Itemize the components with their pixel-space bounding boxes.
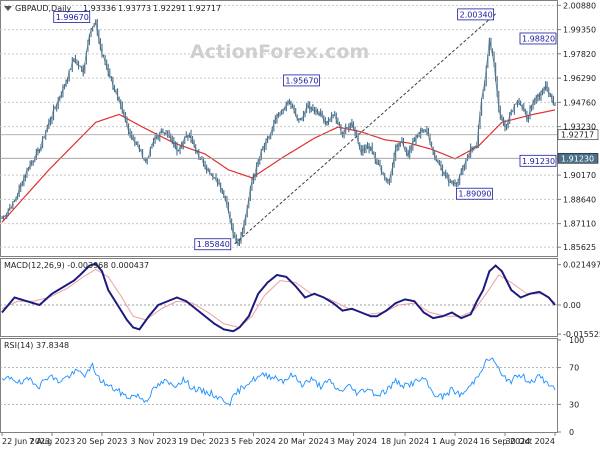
price-tick-label: 1.87110 [563,220,596,229]
macd-tick-label: 0.021497 [563,261,600,270]
macd-title: MACD(12,26,9) -0.003968 0.000437 [4,261,149,270]
current-price-label: 1.92717 [561,131,594,140]
ohlc-low: 1.92291 [153,4,186,13]
price-tick-label: 1.88640 [563,195,596,204]
x-tick-label: 20 Sep 2023 [77,437,128,446]
price-tick-label: 1.90170 [563,171,596,180]
rsi-tick-label: 70 [569,364,579,373]
symbol-label: GBPAUD,Daily [15,4,72,13]
x-tick-label: 19 Dec 2023 [178,437,229,446]
macd-tick-label: 0.00 [563,301,581,310]
x-tick-label: 7 Aug 2023 [29,437,75,446]
price-tick-label: 1.93230 [563,123,596,132]
price-header: GBPAUD,Daily 1.93336 1.93773 1.92291 1.9… [4,4,221,13]
x-tick-label: 18 Jun 2024 [381,437,429,446]
price-tick-label: 1.99350 [563,26,596,35]
rsi-title: RSI(14) 37.8348 [4,341,69,350]
ohlc-close: 1.92717 [188,4,221,13]
ohlc-high: 1.93773 [118,4,151,13]
price-tick-label: 1.94760 [563,98,596,107]
x-tick-label: 3 May 2024 [330,437,377,446]
x-tick-label: 3 Nov 2023 [130,437,176,446]
pivot-label: 1.98820 [522,34,555,43]
x-tick-label: 20 Mar 2024 [278,437,329,446]
price-tick-label: 1.85625 [563,243,596,252]
price-tick-label: 1.96290 [563,74,596,83]
x-tick-label: 5 Feb 2024 [231,437,276,446]
support-level-label: 1.91230 [561,154,594,163]
ohlc-open: 1.93336 [83,4,116,13]
chart-root: ActionForex.com 1.92717 1.91230 1.99670 1.… [0,0,600,450]
pivot-label: 1.99670 [56,13,89,22]
chart-svg: ActionForex.com 1.927171.91230 1.996701.… [0,0,600,450]
watermark: ActionForex.com [190,41,369,63]
price-tick-label: 1.97820 [563,50,596,59]
pivot-label: 2.00340 [460,10,493,19]
x-tick-label: 1 Aug 2024 [432,437,478,446]
rsi-tick-label: 0 [569,428,574,437]
pivot-label: 1.95670 [285,76,318,85]
pivot-label: 1.91230 [522,157,555,166]
price-tick-label: 2.00880 [563,1,596,10]
rsi-tick-label: 30 [569,400,579,409]
pivot-label: 1.89090 [458,190,491,199]
rsi-tick-label: 100 [569,336,584,345]
x-tick-label: 30 Oct 2024 [506,437,555,446]
pivot-label: 1.85840 [197,240,230,249]
